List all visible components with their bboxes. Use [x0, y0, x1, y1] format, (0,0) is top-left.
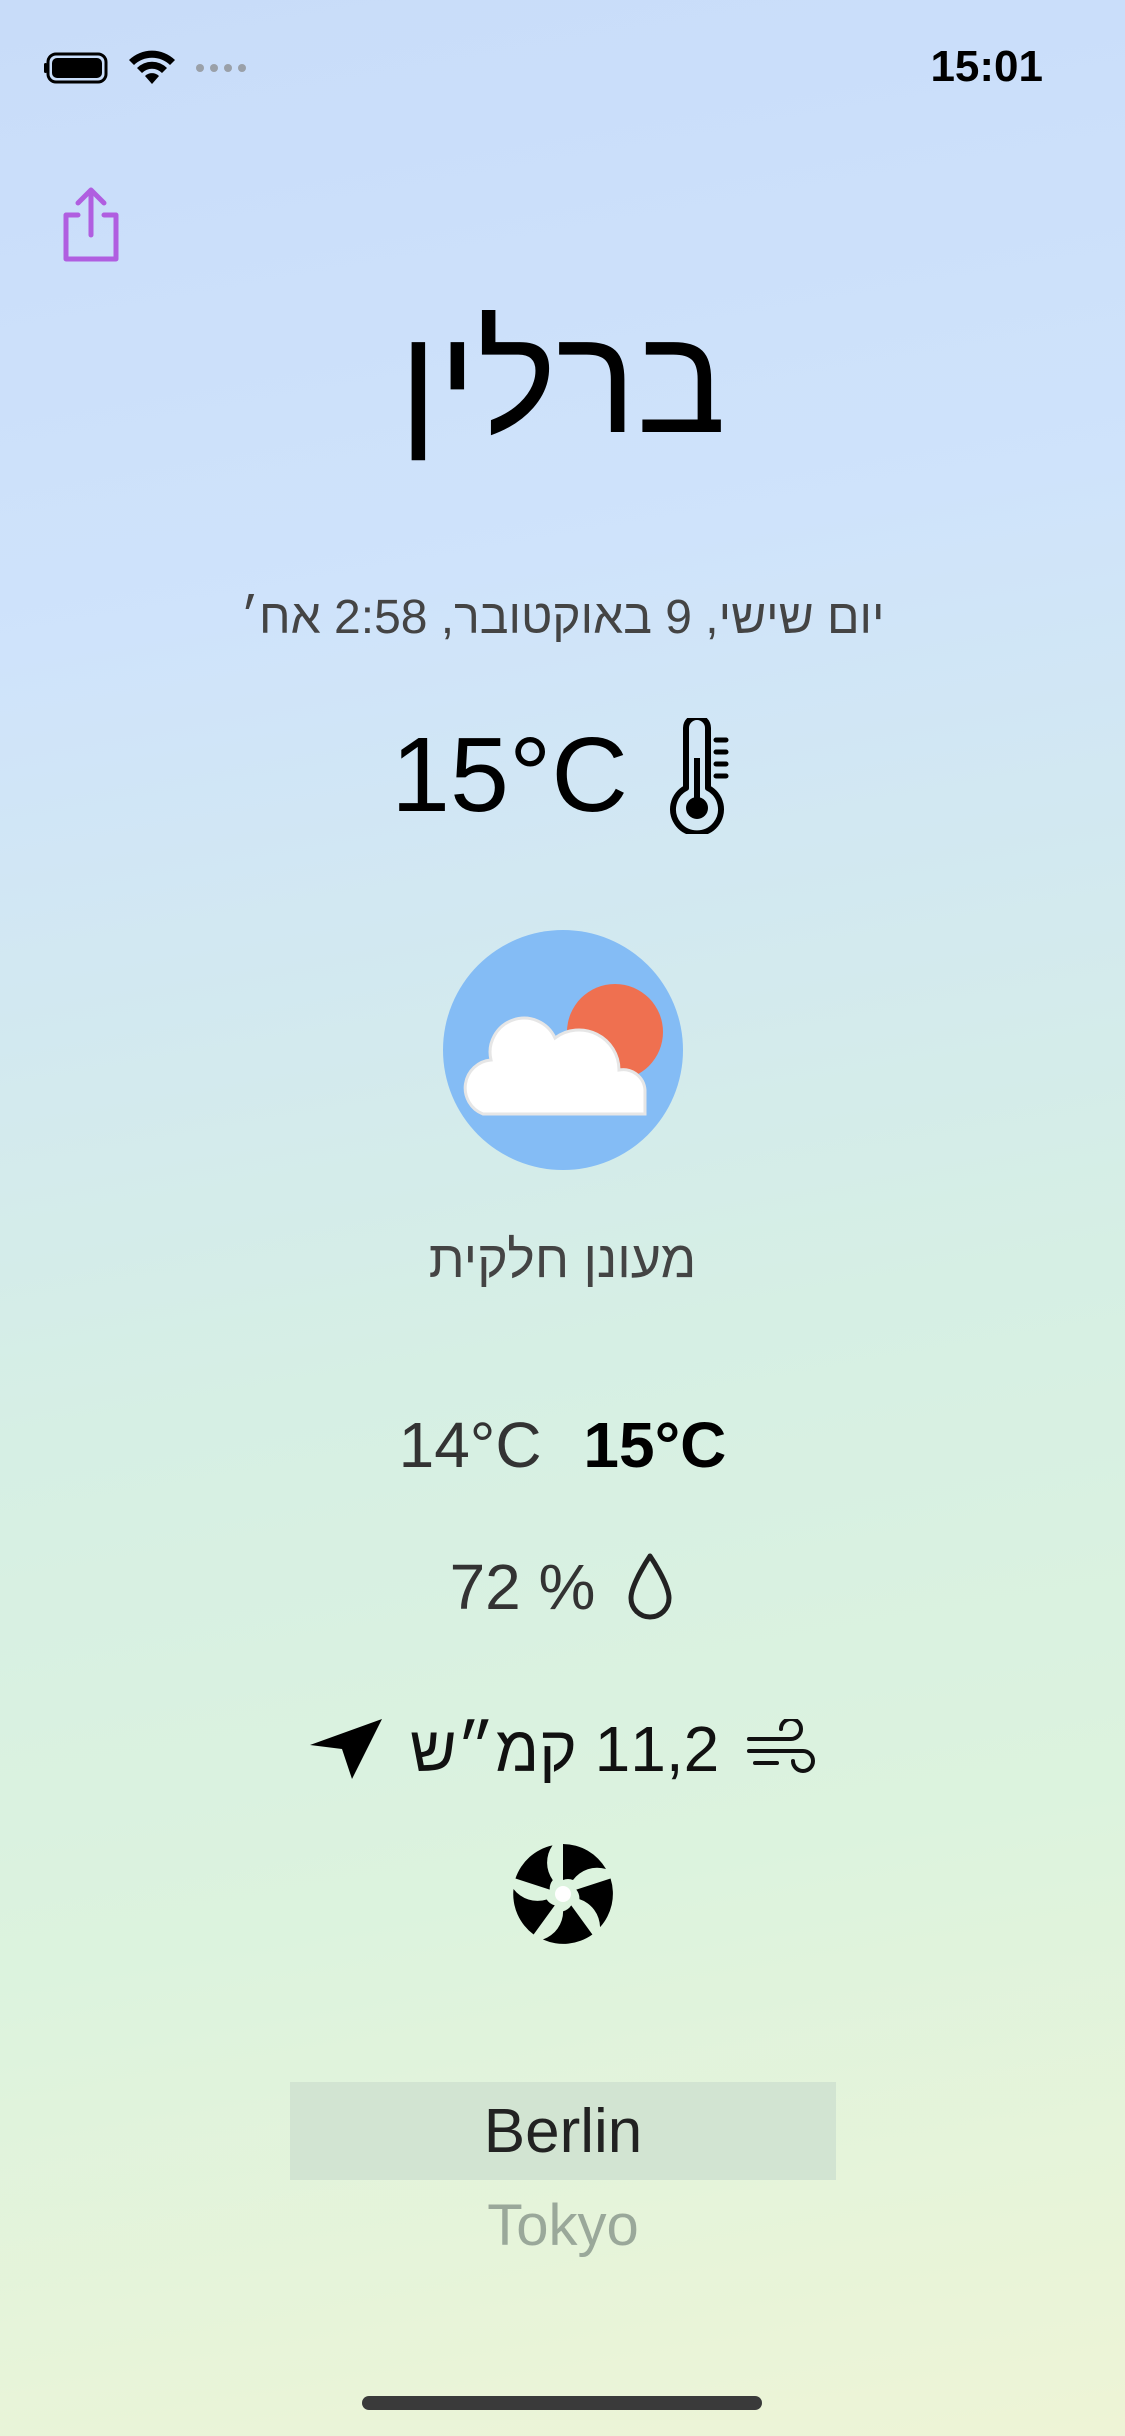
wifi-icon [129, 50, 175, 84]
min-temperature: 14°C [398, 1409, 542, 1481]
current-temperature: 15°C [391, 716, 628, 834]
partly-cloudy-icon [442, 930, 683, 1170]
fan-icon [512, 1844, 613, 1944]
battery-icon [44, 52, 108, 84]
thermometer-icon [669, 717, 729, 834]
picker-option-selected[interactable]: Berlin [290, 2082, 836, 2180]
picker-option[interactable]: Tokyo [290, 2180, 836, 2270]
status-time: 15:01 [930, 42, 1043, 91]
min-max-temperature: 14°C 15°C [0, 1408, 1125, 1482]
weather-condition: מעונן חלקית [428, 1231, 697, 1289]
humidity-row: 72 % [0, 1550, 1125, 1624]
signal-dots [196, 64, 246, 72]
wind-icon [747, 1719, 816, 1773]
date-time: יום שישי, 9 באוקטובר, 2:58 אח׳ [240, 591, 885, 644]
weather-icon-container [0, 930, 1125, 1170]
fan-icon-container [0, 1840, 1125, 1948]
navigation-arrow-icon [309, 1719, 382, 1779]
city-picker[interactable]: Berlin Tokyo [290, 2082, 836, 2270]
share-icon [63, 187, 119, 262]
home-indicator[interactable] [362, 2396, 762, 2410]
status-bar: 15:01 [0, 0, 1125, 140]
humidity-value: 72 % [449, 1551, 596, 1623]
share-button[interactable] [56, 185, 126, 265]
status-indicators [44, 50, 246, 86]
city-title: ברלין [398, 296, 727, 464]
max-temperature: 15°C [583, 1409, 727, 1481]
wind-row: 11,2 קמ״ש [0, 1712, 1125, 1786]
temperature-row: 15°C [0, 715, 1125, 836]
droplet-icon [628, 1553, 672, 1620]
wind-speed: 11,2 קמ״ש [409, 1713, 720, 1785]
